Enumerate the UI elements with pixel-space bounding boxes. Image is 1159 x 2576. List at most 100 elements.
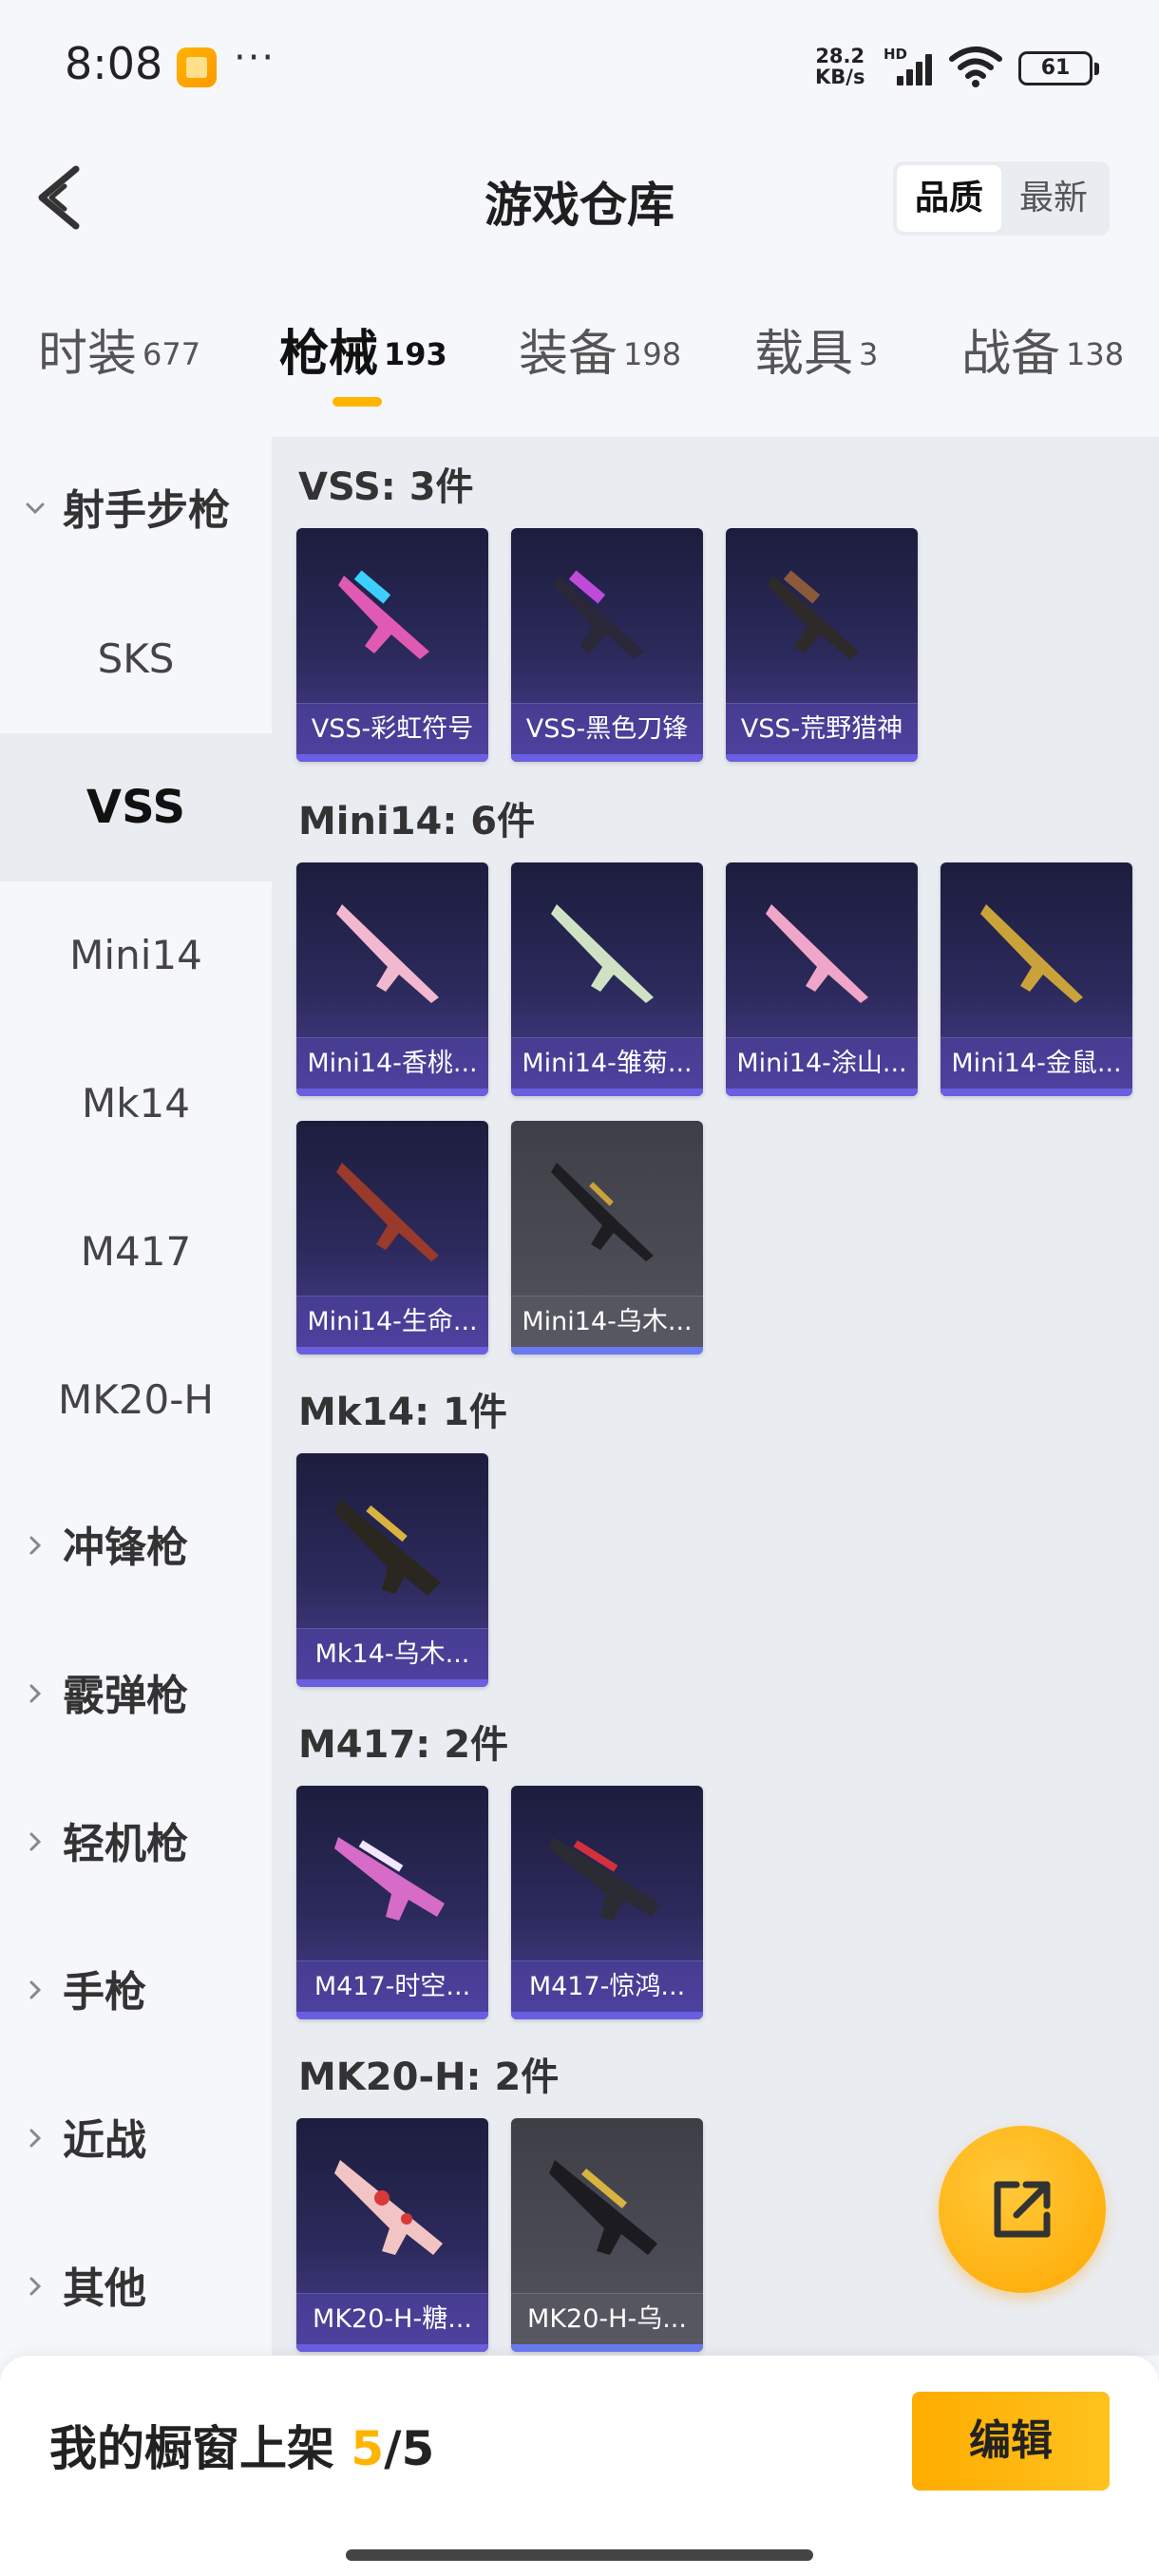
home-indicator[interactable] bbox=[346, 2549, 813, 2561]
weapon-card-name: Mini14-乌木... bbox=[511, 1296, 703, 1347]
rifle-skin-image bbox=[549, 1837, 659, 1921]
tab-outfits[interactable]: 时装 677 bbox=[38, 313, 200, 385]
rarity-bar bbox=[296, 1089, 488, 1096]
sidebar-item-label: Mk14 bbox=[81, 1080, 190, 1127]
sidebar-item-label: M417 bbox=[80, 1228, 192, 1275]
weapon-card-mini14-4[interactable]: Mini14-金鼠... bbox=[940, 862, 1132, 1096]
weapon-type-sidebar: 射手步枪 SKS VSS Mini14 Mk14 M417 MK20-H 冲锋枪… bbox=[0, 437, 272, 2356]
active-tab-indicator bbox=[332, 397, 382, 407]
rarity-bar bbox=[511, 1089, 703, 1096]
sidebar-item-label: 近战 bbox=[63, 2116, 146, 2165]
tab-vehicles[interactable]: 载具 3 bbox=[754, 313, 878, 385]
sort-quality-option[interactable]: 品质 bbox=[897, 165, 1001, 232]
sidebar-item-mk14[interactable]: Mk14 bbox=[0, 1030, 272, 1178]
network-speed: 28.2 KB/s bbox=[815, 46, 864, 87]
sidebar-item-pistols[interactable]: 手枪 bbox=[0, 1919, 272, 2067]
share-button[interactable] bbox=[939, 2126, 1106, 2293]
weapon-card-name: Mini14-雏菊... bbox=[511, 1037, 703, 1089]
chevron-down-icon bbox=[26, 502, 45, 515]
tab-label: 载具 bbox=[754, 326, 854, 383]
rifle-skin-image bbox=[334, 1499, 441, 1596]
sidebar-item-smgs[interactable]: 冲锋枪 bbox=[0, 1474, 272, 1622]
weapon-card-mk20h-2[interactable]: MK20-H-乌... bbox=[511, 2118, 703, 2352]
tab-count: 3 bbox=[859, 335, 879, 372]
rifle-skin-image bbox=[336, 1163, 439, 1261]
showcase-capacity: 5 bbox=[401, 2421, 435, 2476]
sidebar-item-label: MK20-H bbox=[58, 1376, 214, 1423]
weapon-card-mini14-3[interactable]: Mini14-涂山... bbox=[726, 862, 918, 1096]
rifle-skin-image bbox=[551, 1163, 654, 1261]
weapon-card-name: Mk14-乌木... bbox=[296, 1628, 488, 1679]
tab-count: 198 bbox=[623, 335, 682, 372]
sidebar-item-mk20h[interactable]: MK20-H bbox=[0, 1326, 272, 1474]
sidebar-item-vss[interactable]: VSS bbox=[0, 733, 272, 881]
tab-count: 193 bbox=[384, 335, 447, 372]
sidebar-item-lmgs[interactable]: 轻机枪 bbox=[0, 1771, 272, 1919]
group-title-mk20h: MK20-H: 2件 bbox=[298, 2055, 560, 2099]
rarity-bar bbox=[726, 754, 918, 762]
showcase-bar: 我的橱窗上架 5/5 编辑 bbox=[0, 2356, 1159, 2576]
weapon-card-name: Mini14-涂山... bbox=[726, 1037, 918, 1089]
rifle-skin-image bbox=[334, 1837, 445, 1921]
rarity-bar bbox=[726, 1089, 918, 1096]
rifle-skin-image bbox=[338, 570, 429, 659]
group-title-vss: VSS: 3件 bbox=[298, 465, 474, 509]
sidebar-item-other[interactable]: 其他 bbox=[0, 2215, 272, 2363]
status-time: 8:08 bbox=[65, 38, 163, 89]
edit-button[interactable]: 编辑 bbox=[912, 2392, 1110, 2491]
weapon-card-mini14-2[interactable]: Mini14-雏菊... bbox=[511, 862, 703, 1096]
weapon-card-name: MK20-H-糖... bbox=[296, 2293, 488, 2344]
chevron-right-icon bbox=[29, 1832, 42, 1851]
sort-toggle: 品质 最新 bbox=[893, 161, 1110, 236]
tab-label: 枪械 bbox=[279, 326, 379, 383]
weapon-card-m417-1[interactable]: M417-时空... bbox=[296, 1786, 488, 2019]
sidebar-item-label: 射手步枪 bbox=[63, 486, 230, 535]
group-title-mini14: Mini14: 6件 bbox=[298, 800, 536, 843]
sidebar-item-marksman-rifles[interactable]: 射手步枪 bbox=[0, 437, 272, 585]
rarity-bar bbox=[296, 2344, 488, 2352]
sort-newest-option[interactable]: 最新 bbox=[1001, 165, 1106, 232]
weapon-card-vss-3[interactable]: VSS-荒野猎神 bbox=[726, 528, 918, 762]
weapon-card-name: M417-惊鸿... bbox=[511, 1960, 703, 2012]
sidebar-item-label: Mini14 bbox=[69, 932, 202, 978]
tab-equipment[interactable]: 装备 198 bbox=[519, 313, 681, 385]
weapon-card-mini14-6[interactable]: Mini14-乌木... bbox=[511, 1121, 703, 1354]
weapon-grid: VSS: 3件 VSS-彩虹符号 VSS-黑色刀锋 VSS-荒野猎神 Mini1… bbox=[272, 437, 1159, 2356]
sidebar-item-label: 其他 bbox=[63, 2264, 146, 2313]
weapon-card-mini14-1[interactable]: Mini14-香桃... bbox=[296, 862, 488, 1096]
tab-count: 677 bbox=[142, 335, 201, 372]
sidebar-item-m417[interactable]: M417 bbox=[0, 1178, 272, 1326]
tab-supplies[interactable]: 战备 138 bbox=[961, 313, 1124, 385]
tab-guns[interactable]: 枪械 193 bbox=[279, 313, 447, 407]
weapon-card-name: VSS-彩虹符号 bbox=[296, 703, 488, 754]
sidebar-item-label: 冲锋枪 bbox=[63, 1524, 188, 1572]
sidebar-item-label: 手枪 bbox=[63, 1968, 146, 2017]
category-tabs: 时装 677 枪械 193 装备 198 载具 3 战备 138 bbox=[0, 313, 1159, 427]
weapon-card-name: M417-时空... bbox=[296, 1960, 488, 2012]
chevron-right-icon bbox=[29, 1536, 42, 1555]
weapon-card-name: Mini14-金鼠... bbox=[940, 1037, 1132, 1089]
sidebar-item-shotguns[interactable]: 霰弹枪 bbox=[0, 1622, 272, 1771]
weapon-card-name: VSS-黑色刀锋 bbox=[511, 703, 703, 754]
weapon-card-mk20h-1[interactable]: MK20-H-糖... bbox=[296, 2118, 488, 2352]
showcase-label: 我的橱窗上架 5/5 bbox=[49, 2411, 434, 2479]
weapon-card-mk14-1[interactable]: Mk14-乌木... bbox=[296, 1453, 488, 1687]
tab-label: 时装 bbox=[38, 326, 138, 383]
weapon-card-name: Mini14-生命... bbox=[296, 1296, 488, 1347]
tab-label: 装备 bbox=[519, 326, 618, 383]
weapon-card-vss-2[interactable]: VSS-黑色刀锋 bbox=[511, 528, 703, 762]
weapon-card-m417-2[interactable]: M417-惊鸿... bbox=[511, 1786, 703, 2019]
sidebar-item-melee[interactable]: 近战 bbox=[0, 2067, 272, 2215]
sidebar-item-sks[interactable]: SKS bbox=[0, 585, 272, 733]
group-title-mk14: Mk14: 1件 bbox=[298, 1391, 507, 1434]
sidebar-item-mini14[interactable]: Mini14 bbox=[0, 881, 272, 1030]
rarity-bar bbox=[940, 1089, 1132, 1096]
weapon-card-mini14-5[interactable]: Mini14-生命... bbox=[296, 1121, 488, 1354]
rarity-bar bbox=[296, 2012, 488, 2019]
weapon-card-vss-1[interactable]: VSS-彩虹符号 bbox=[296, 528, 488, 762]
sidebar-item-label: 霰弹枪 bbox=[63, 1672, 188, 1720]
app-notification-icon bbox=[177, 47, 217, 87]
rifle-skin-image bbox=[334, 2160, 443, 2255]
showcase-listed-count: 5 bbox=[351, 2421, 385, 2476]
rarity-bar bbox=[296, 1679, 488, 1687]
